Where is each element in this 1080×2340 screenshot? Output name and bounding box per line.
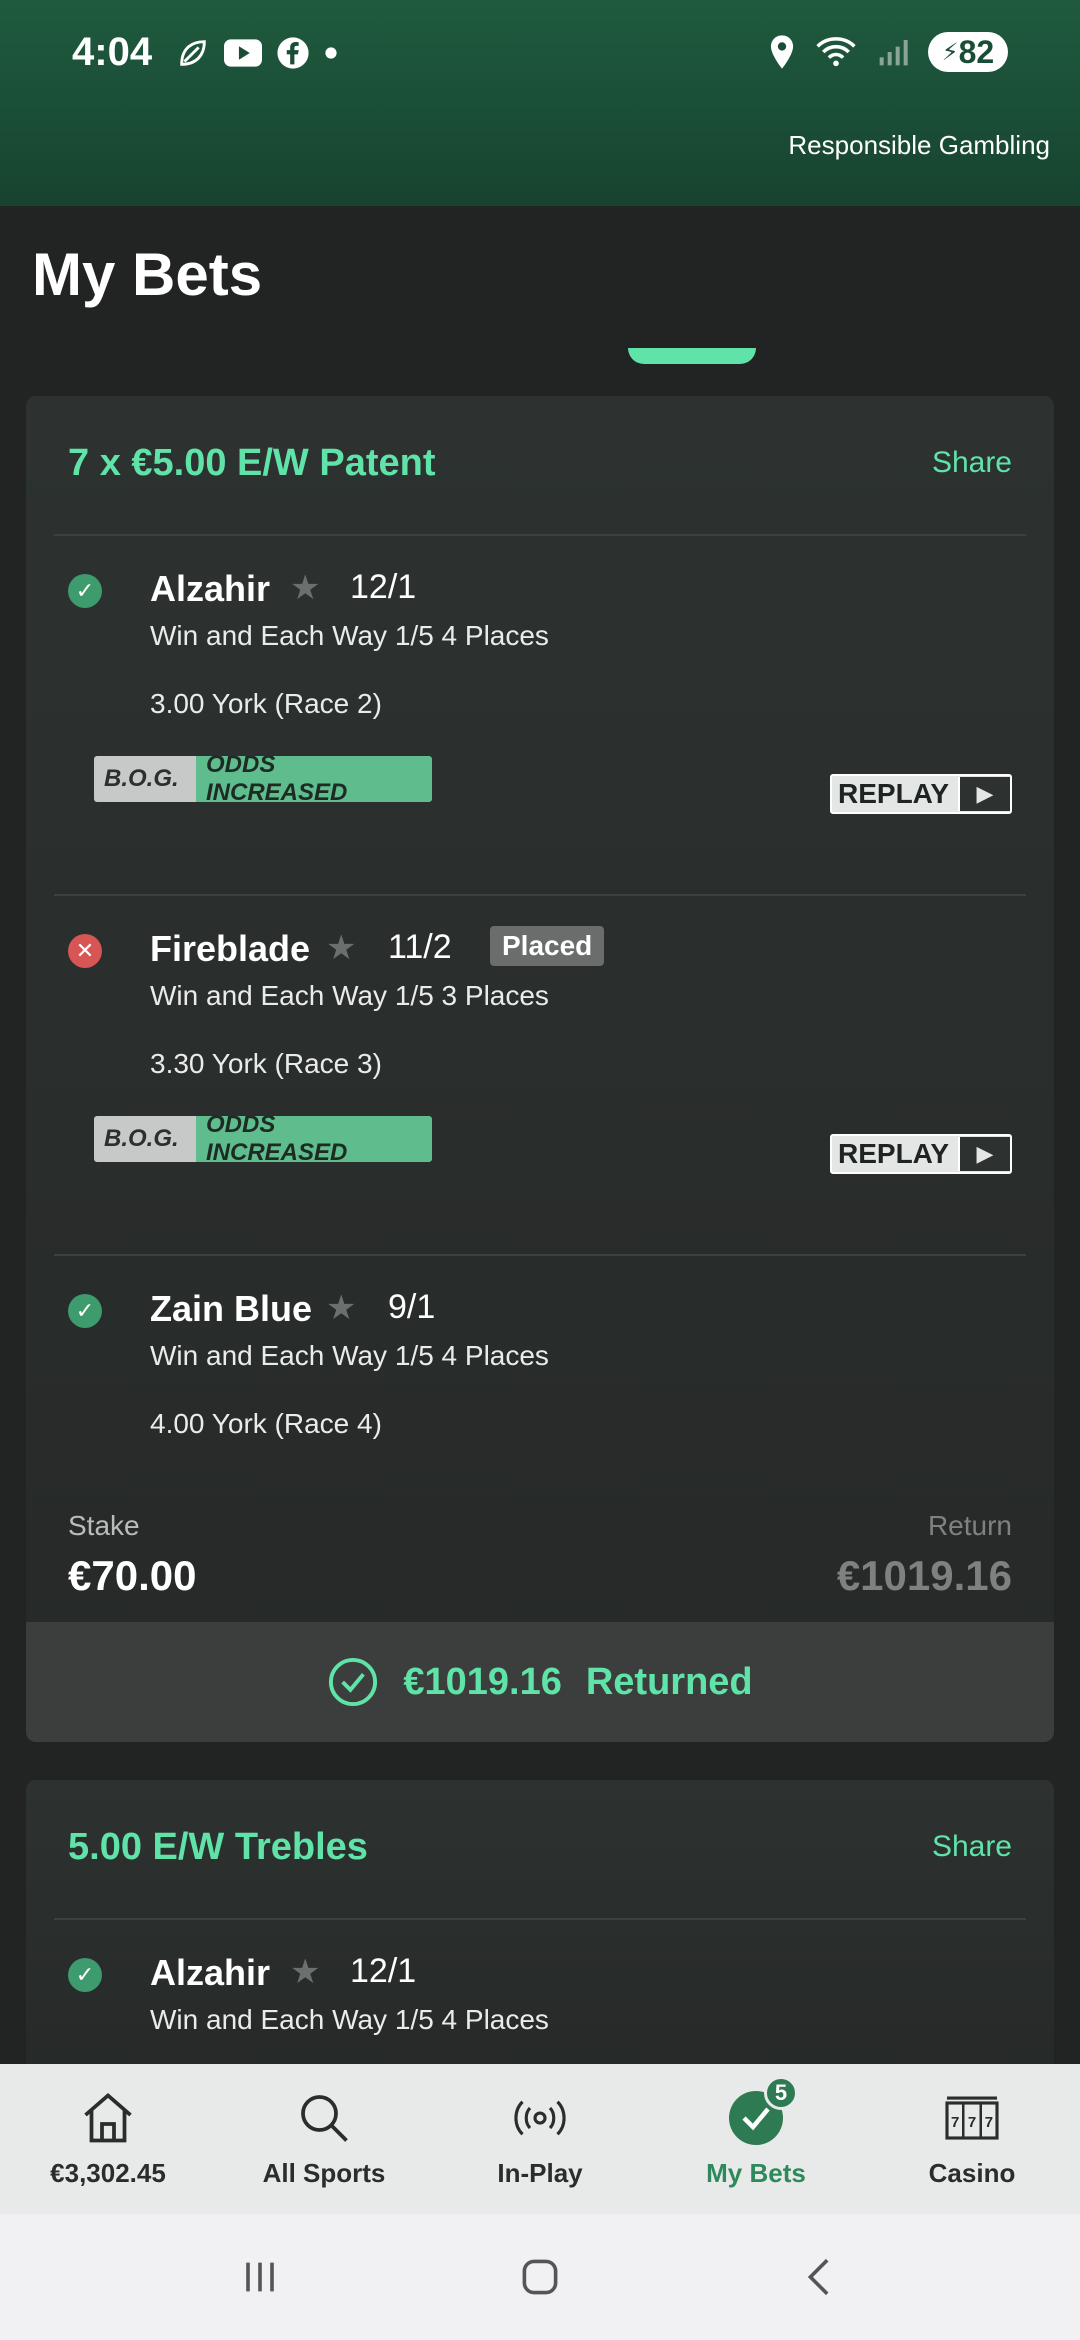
replay-label: REPLAY xyxy=(838,778,950,809)
bog-badge: B.O.G. ODDS INCREASED xyxy=(94,1116,432,1162)
play-icon: ▶ xyxy=(958,777,1010,811)
selection-name: Alzahir xyxy=(150,568,271,609)
selection-race: 3.30 York (Race 3) xyxy=(150,1048,382,1079)
return-label: Return xyxy=(927,1510,1012,1541)
broadcast-icon xyxy=(510,2088,570,2148)
selection-name: Zain Blue xyxy=(150,1288,313,1329)
nav-label: My Bets xyxy=(706,2158,806,2188)
bet-card-header: 7 x €5.00 E/W Patent Share xyxy=(54,396,1026,536)
selection-odds: 9/1 xyxy=(388,1288,436,1326)
youtube-icon xyxy=(224,39,262,67)
stake-value: €70.00 xyxy=(68,1552,197,1599)
facebook-icon xyxy=(277,37,309,69)
svg-text:7: 7 xyxy=(951,2114,959,2131)
bog-label: B.O.G. xyxy=(94,756,196,802)
selection-market: Win and Each Way 1/5 3 Places xyxy=(150,980,549,1011)
star-icon[interactable]: ★ xyxy=(290,568,320,608)
check-circle-icon xyxy=(329,1657,378,1707)
back-icon[interactable] xyxy=(796,2253,844,2301)
location-icon xyxy=(770,35,794,69)
selection-odds: 12/1 xyxy=(350,1952,417,1990)
star-icon[interactable]: ★ xyxy=(326,928,356,968)
nav-label: In-Play xyxy=(497,2158,583,2188)
page-title: My Bets xyxy=(32,241,263,308)
win-check-icon: ✓ xyxy=(68,1294,102,1328)
home-button-icon[interactable] xyxy=(516,2253,564,2301)
recent-apps-icon[interactable] xyxy=(236,2253,284,2301)
selection-odds: 11/2 xyxy=(388,928,452,966)
star-icon[interactable]: ★ xyxy=(290,1952,320,1992)
bolt-icon: ⚡ xyxy=(941,38,959,66)
status-system: ⚡ 82 xyxy=(768,32,1008,72)
nav-label: €3,302.45 xyxy=(50,2158,166,2188)
search-icon xyxy=(294,2088,354,2148)
stake-label: Stake xyxy=(68,1510,140,1541)
nav-casino[interactable]: 777 Casino xyxy=(864,2064,1080,2214)
share-button[interactable]: Share xyxy=(932,1830,1012,1864)
bog-label: B.O.G. xyxy=(94,1116,196,1162)
selection-zain-blue: ✓ Zain Blue ★ 9/1 Win and Each Way 1/5 4… xyxy=(54,1256,1026,1496)
nav-my-bets[interactable]: 5 My Bets xyxy=(648,2064,864,2214)
bet-title: 7 x €5.00 E/W Patent xyxy=(68,442,436,484)
replay-button[interactable]: REPLAY ▶ xyxy=(830,1134,1012,1174)
nav-in-play[interactable]: In-Play xyxy=(432,2064,648,2214)
nav-label: All Sports xyxy=(262,2158,386,2188)
wifi-icon xyxy=(816,37,856,67)
pull-indicator xyxy=(628,348,756,364)
win-check-icon: ✓ xyxy=(68,1958,102,1992)
replay-label: REPLAY xyxy=(838,1138,950,1169)
bet-title: 5.00 E/W Trebles xyxy=(68,1826,368,1868)
selection-name: Alzahir xyxy=(150,1952,271,1993)
star-icon[interactable]: ★ xyxy=(326,1288,356,1328)
leaf-icon xyxy=(180,40,206,66)
selection-market: Win and Each Way 1/5 4 Places xyxy=(150,2004,549,2035)
system-nav-bar xyxy=(0,2214,1080,2340)
play-icon: ▶ xyxy=(958,1137,1010,1171)
selection-market: Win and Each Way 1/5 4 Places xyxy=(150,1340,549,1371)
status-notifications xyxy=(176,36,338,70)
battery-indicator: ⚡ 82 xyxy=(928,32,1008,72)
selection-name: Fireblade xyxy=(150,928,311,969)
svg-text:7: 7 xyxy=(985,2114,993,2131)
odds-increased-label: ODDS INCREASED xyxy=(196,1116,432,1162)
share-button[interactable]: Share xyxy=(932,446,1012,480)
nav-home[interactable]: €3,302.45 xyxy=(0,2064,216,2214)
selection-fireblade: ✕ Fireblade ★ 11/2 Placed Win and Each W… xyxy=(54,896,1026,1256)
home-icon xyxy=(78,2088,138,2148)
returned-label: Returned xyxy=(585,1660,753,1703)
battery-level: 82 xyxy=(958,33,995,70)
bog-badge: B.O.G. ODDS INCREASED xyxy=(94,756,432,802)
lose-x-icon: ✕ xyxy=(68,934,102,968)
bets-count-badge: 5 xyxy=(764,2076,798,2110)
nav-all-sports[interactable]: All Sports xyxy=(216,2064,432,2214)
selection-race: 3.00 York (Race 2) xyxy=(150,688,382,719)
placed-badge: Placed xyxy=(490,926,605,966)
bottom-nav: €3,302.45 All Sports In-Play 5 My Bets 7… xyxy=(0,2064,1080,2214)
dot-icon xyxy=(325,47,337,59)
slot-machine-icon: 777 xyxy=(942,2088,1002,2148)
selection-race: 4.00 York (Race 4) xyxy=(150,1408,382,1439)
replay-button[interactable]: REPLAY ▶ xyxy=(830,774,1012,814)
win-check-icon: ✓ xyxy=(68,574,102,608)
bet-card: 7 x €5.00 E/W Patent Share ✓ Alzahir ★ 1… xyxy=(26,396,1054,1742)
bet-card-header: 5.00 E/W Trebles Share xyxy=(54,1780,1026,1920)
selection-alzahir: ✓ Alzahir ★ 12/1 Win and Each Way 1/5 4 … xyxy=(54,536,1026,896)
signal-icon xyxy=(879,40,908,66)
svg-text:7: 7 xyxy=(968,2114,976,2131)
odds-increased-label: ODDS INCREASED xyxy=(196,756,432,802)
selection-alzahir: ✓ Alzahir ★ 12/1 Win and Each Way 1/5 4 … xyxy=(54,1920,1026,2080)
selection-market: Win and Each Way 1/5 4 Places xyxy=(150,620,549,651)
return-value: €1019.16 xyxy=(836,1552,1012,1599)
stake-return-row: Stake €70.00 Return €1019.16 xyxy=(54,1496,1026,1616)
responsible-gambling-link[interactable]: Responsible Gambling xyxy=(788,130,1050,161)
selection-odds: 12/1 xyxy=(350,568,417,606)
returned-amount: €1019.16 xyxy=(403,1660,562,1703)
top-bar: 4:04 ⚡ 82 Responsible Gambling xyxy=(0,0,1080,206)
bet-card: 5.00 E/W Trebles Share ✓ Alzahir ★ 12/1 … xyxy=(26,1780,1054,2080)
returned-banner: €1019.16 Returned xyxy=(26,1622,1054,1742)
status-time: 4:04 xyxy=(72,30,153,74)
nav-label: Casino xyxy=(928,2158,1016,2188)
